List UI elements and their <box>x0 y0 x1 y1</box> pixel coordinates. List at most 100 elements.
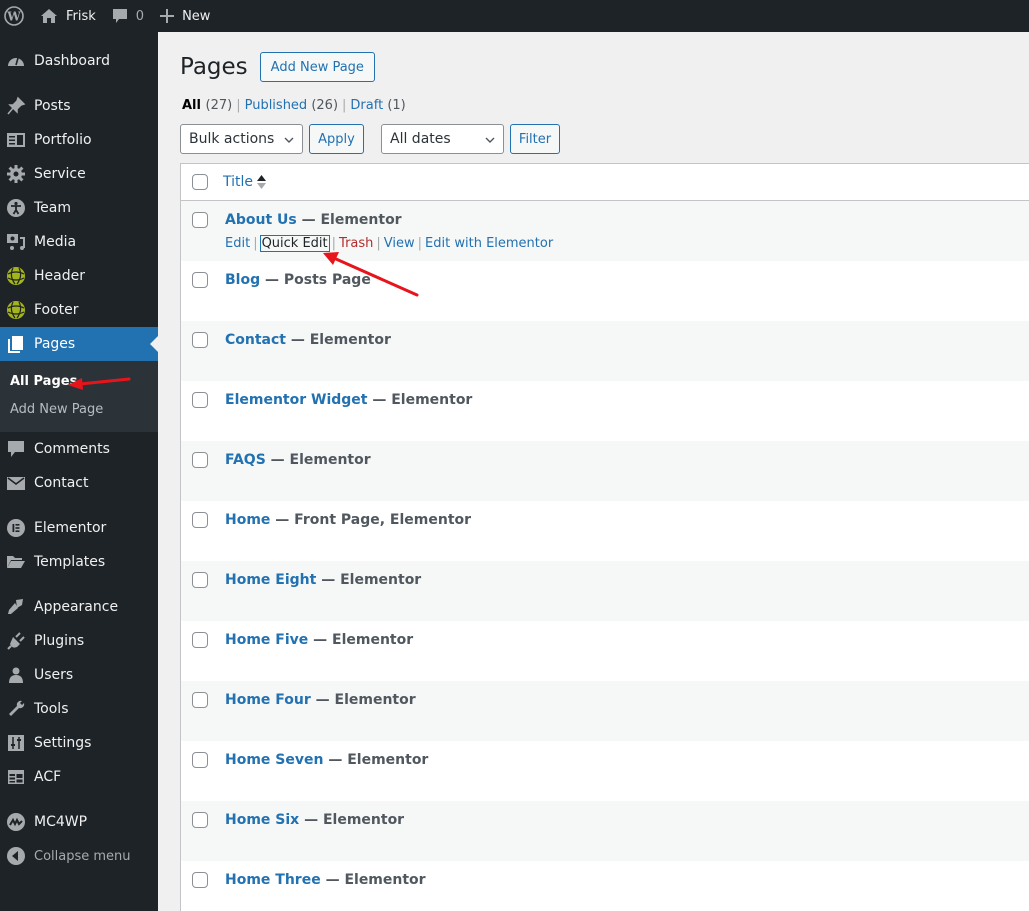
sidebar-item-footer[interactable]: Footer <box>0 293 158 327</box>
table-row: Blog — Posts Page <box>181 261 1029 321</box>
post-state: — Elementor <box>316 572 422 588</box>
post-state: — Elementor <box>308 632 414 648</box>
table-row: Home Eight — Elementor <box>181 561 1029 621</box>
sidebar-item-acf[interactable]: ACF <box>0 760 158 794</box>
pages-submenu: All Pages Add New Page <box>0 361 158 432</box>
sidebar-item-dashboard[interactable]: Dashboard <box>0 44 158 78</box>
post-state: — Posts Page <box>260 272 371 288</box>
admin-sidebar: Dashboard Posts Portfolio Service Team M… <box>0 32 158 911</box>
select-all-checkbox[interactable] <box>192 174 208 190</box>
sidebar-item-settings[interactable]: Settings <box>0 726 158 760</box>
page-title-link[interactable]: Home <box>225 512 270 528</box>
quick-edit-link[interactable]: Quick Edit <box>259 235 330 252</box>
row-checkbox[interactable] <box>192 332 208 348</box>
sidebar-item-service[interactable]: Service <box>0 157 158 191</box>
filter-draft[interactable]: Draft (1) <box>350 98 405 113</box>
table-header: Title <box>181 164 1029 201</box>
table-nav: Bulk actions Apply All dates Filter <box>180 124 560 154</box>
row-title: About Us — Elementor <box>225 210 402 230</box>
sidebar-item-appearance[interactable]: Appearance <box>0 590 158 624</box>
collapse-menu-button[interactable]: Collapse menu <box>0 839 158 873</box>
row-title: Home Seven — Elementor <box>225 750 428 770</box>
page-title-link[interactable]: Home Three <box>225 872 321 888</box>
page-title-link[interactable]: FAQS <box>225 452 266 468</box>
page-title: Pages <box>180 54 248 80</box>
row-checkbox[interactable] <box>192 812 208 828</box>
globe-icon <box>6 266 26 286</box>
post-state: — Front Page, Elementor <box>270 512 472 528</box>
row-checkbox[interactable] <box>192 752 208 768</box>
row-checkbox[interactable] <box>192 392 208 408</box>
sidebar-item-team[interactable]: Team <box>0 191 158 225</box>
site-name: Frisk <box>66 8 96 24</box>
page-title-link[interactable]: Contact <box>225 332 286 348</box>
edit-link[interactable]: Edit <box>225 236 250 251</box>
page-title-link[interactable]: Home Eight <box>225 572 316 588</box>
pages-icon <box>6 334 26 354</box>
sidebar-item-header[interactable]: Header <box>0 259 158 293</box>
filter-published[interactable]: Published (26) <box>245 98 338 113</box>
row-checkbox[interactable] <box>192 212 208 228</box>
view-link[interactable]: View <box>384 236 415 251</box>
page-title-link[interactable]: Elementor Widget <box>225 392 367 408</box>
wordpress-logo-menu[interactable]: W <box>0 0 32 32</box>
row-checkbox[interactable] <box>192 452 208 468</box>
sidebar-item-templates[interactable]: Templates <box>0 545 158 579</box>
submenu-add-new-page[interactable]: Add New Page <box>0 396 158 424</box>
folder-icon <box>6 552 26 572</box>
sidebar-item-media[interactable]: Media <box>0 225 158 259</box>
dates-filter-select[interactable]: All dates <box>381 124 504 154</box>
page-title-link[interactable]: Home Six <box>225 812 299 828</box>
sidebar-item-contact[interactable]: Contact <box>0 466 158 500</box>
site-name-link[interactable]: Frisk <box>32 0 104 32</box>
row-checkbox[interactable] <box>192 272 208 288</box>
table-row: Home Seven — Elementor <box>181 741 1029 801</box>
sidebar-item-elementor[interactable]: Elementor <box>0 511 158 545</box>
sidebar-item-users[interactable]: Users <box>0 658 158 692</box>
post-state: — Elementor <box>286 332 391 348</box>
new-content-menu[interactable]: New <box>152 0 218 32</box>
add-new-page-button[interactable]: Add New Page <box>259 52 375 82</box>
page-title-link[interactable]: About Us <box>225 212 297 228</box>
portfolio-icon <box>6 130 26 150</box>
pin-icon <box>6 96 26 116</box>
submenu-all-pages[interactable]: All Pages <box>0 368 158 396</box>
status-filters: All (27) | Published (26) | Draft (1) <box>182 98 406 113</box>
row-checkbox[interactable] <box>192 512 208 528</box>
page-title-link[interactable]: Blog <box>225 272 260 288</box>
row-checkbox[interactable] <box>192 572 208 588</box>
bulk-actions-select[interactable]: Bulk actions <box>180 124 303 154</box>
media-icon <box>6 232 26 252</box>
edit-with-elementor-link[interactable]: Edit with Elementor <box>425 236 553 251</box>
sidebar-item-pages[interactable]: Pages <box>0 327 158 361</box>
comments-link[interactable]: 0 <box>104 0 152 32</box>
filter-button[interactable]: Filter <box>510 124 560 154</box>
row-checkbox[interactable] <box>192 872 208 888</box>
post-state: — Elementor <box>310 692 416 708</box>
post-state: — Elementor <box>320 872 426 888</box>
row-checkbox[interactable] <box>192 632 208 648</box>
row-title: FAQS — Elementor <box>225 450 371 470</box>
apply-button[interactable]: Apply <box>309 124 364 154</box>
page-title-link[interactable]: Home Seven <box>225 752 323 768</box>
filter-all[interactable]: All (27) <box>182 98 232 113</box>
user-icon <box>6 665 26 685</box>
table-row: Home Four — Elementor <box>181 681 1029 741</box>
page-title-link[interactable]: Home Four <box>225 692 311 708</box>
wrench-icon <box>6 699 26 719</box>
row-title: Home — Front Page, Elementor <box>225 510 471 530</box>
sidebar-item-mc4wp[interactable]: MC4WP <box>0 805 158 839</box>
sidebar-item-posts[interactable]: Posts <box>0 89 158 123</box>
sidebar-item-plugins[interactable]: Plugins <box>0 624 158 658</box>
row-title: Elementor Widget — Elementor <box>225 390 472 410</box>
page-title-link[interactable]: Home Five <box>225 632 308 648</box>
sidebar-item-portfolio[interactable]: Portfolio <box>0 123 158 157</box>
table-body: About Us — Elementor Edit | Quick Edit | Tras… <box>181 201 1029 911</box>
row-checkbox[interactable] <box>192 692 208 708</box>
sidebar-item-tools[interactable]: Tools <box>0 692 158 726</box>
brush-icon <box>6 597 26 617</box>
row-title: Contact — Elementor <box>225 330 391 350</box>
trash-link[interactable]: Trash <box>339 236 373 251</box>
title-column-sort[interactable]: Title <box>223 174 267 190</box>
sidebar-item-comments[interactable]: Comments <box>0 432 158 466</box>
